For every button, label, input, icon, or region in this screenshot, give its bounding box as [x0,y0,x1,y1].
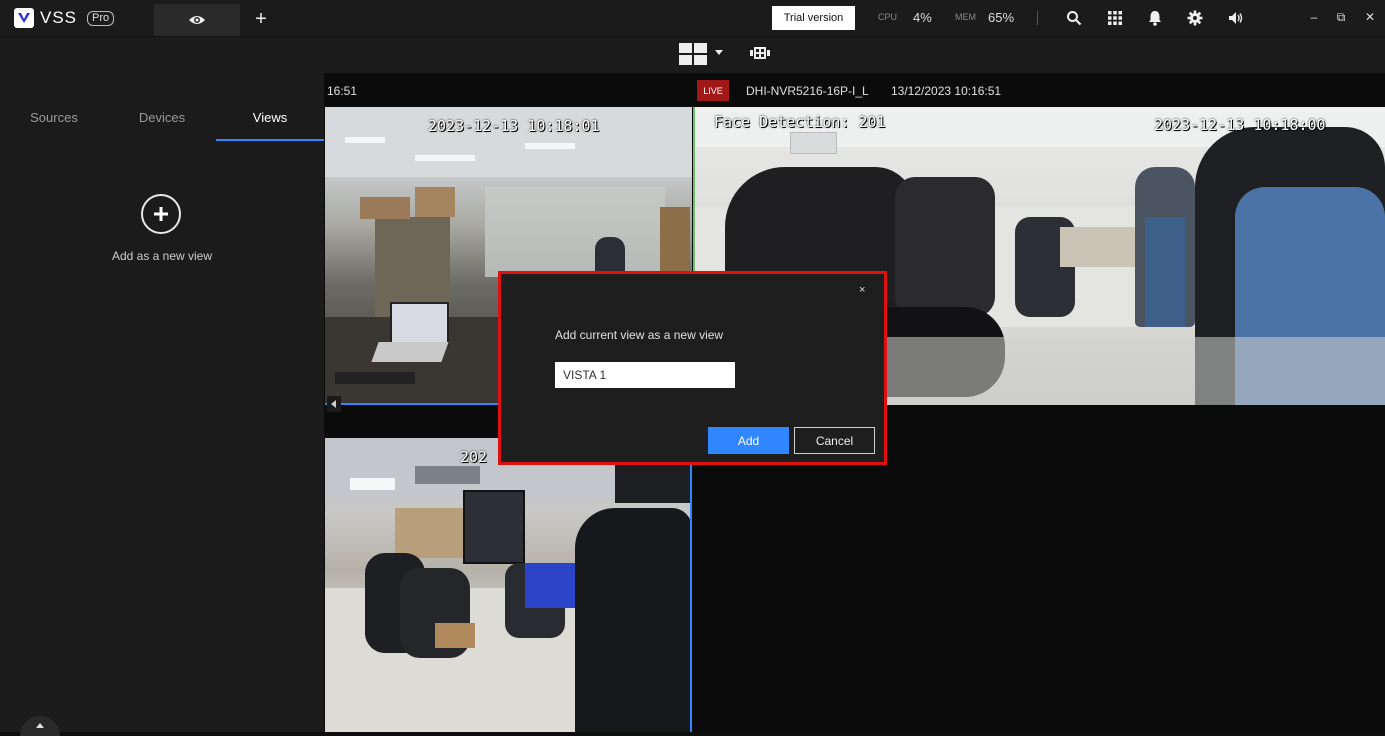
layout-dropdown-caret-icon[interactable] [715,50,723,55]
camera-2-device-name: DHI-NVR5216-16P-I_L [746,84,869,98]
collapse-sidebar-button[interactable] [327,396,341,412]
view-name-input[interactable] [555,362,735,388]
add-button[interactable]: Add [708,427,789,454]
app-logo: VSS Pro [14,8,115,28]
active-tab-indicator [216,139,324,141]
camera-feed-3[interactable]: 202 [325,438,692,732]
cancel-button[interactable]: Cancel [794,427,875,454]
bell-icon[interactable] [1147,10,1163,26]
add-tab-button[interactable]: + [250,8,272,30]
logo-v-icon [14,8,34,28]
tab-live-view[interactable] [154,4,240,36]
face-detection-counter: Face Detection: 201 [714,113,886,131]
add-view-label: Add as a new view [111,249,213,263]
sequence-layout-icon[interactable] [750,47,770,59]
dialog-close-icon[interactable]: × [859,284,865,296]
eye-icon [189,16,205,24]
layout-2x2-icon[interactable] [679,43,707,65]
camera-1-osd-timestamp: 2023-12-13 10:18:01 [428,117,600,135]
camera-2-datetime: 13/12/2023 10:16:51 [891,84,1002,98]
edition-badge: Pro [87,10,115,26]
dialog-title: Add current view as a new view [555,328,724,342]
add-view-button[interactable] [141,194,181,234]
plus-icon [154,207,168,221]
restore-button[interactable]: ⧉ [1334,10,1348,25]
mem-value: 65% [988,10,1015,25]
mem-label: MEM [955,12,976,22]
tab-devices[interactable]: Devices [108,110,216,125]
camera-3-osd-timestamp: 202 [460,448,488,466]
minimize-button[interactable]: – [1307,10,1321,24]
tab-views[interactable]: Views [216,110,324,125]
tab-sources[interactable]: Sources [0,110,108,125]
camera-2-osd-timestamp: 2023-12-13 10:18:00 [1154,116,1326,134]
trial-version-button[interactable]: Trial version [772,6,855,30]
camera-1-time: 16:51 [327,84,358,98]
search-icon[interactable] [1066,10,1082,26]
sidebar [0,73,324,732]
gear-icon[interactable] [1187,10,1203,26]
cpu-label: CPU [878,12,898,22]
volume-icon[interactable] [1228,10,1244,26]
live-badge: LIVE [697,80,729,101]
logo-text: VSS [40,8,78,27]
toolbar-divider [1037,11,1038,25]
cpu-value: 4% [913,10,932,25]
grid-apps-icon[interactable] [1107,10,1123,26]
close-window-button[interactable]: ✕ [1363,10,1377,24]
